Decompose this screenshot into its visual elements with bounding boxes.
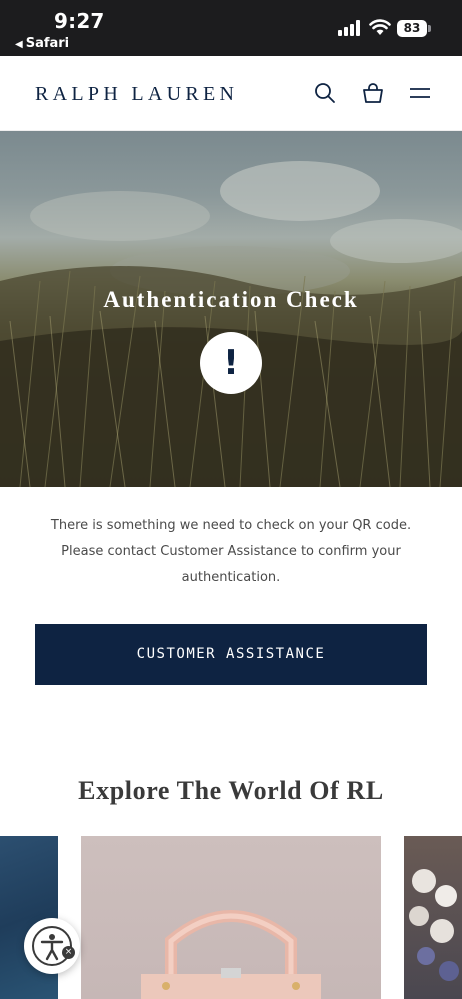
page-title: Authentication Check [103,287,359,312]
brand-logo[interactable]: RALPH LAUREN [35,83,238,106]
alert-exclamation-icon: ! [200,332,262,394]
authentication-message: There is something we need to check on y… [30,513,432,591]
carousel-card-next[interactable] [404,836,462,999]
back-app-label: Safari [25,36,70,51]
message-line-2: Please contact Customer Assistance to co… [61,544,401,559]
back-arrow-icon: ◀ [15,39,23,50]
search-icon[interactable] [313,81,337,105]
explore-section-title: Explore The World Of RL [78,776,384,805]
battery-tip [428,25,431,32]
wifi-icon [369,19,391,35]
shopping-bag-icon[interactable] [361,81,385,105]
handbag-image [141,910,321,999]
customer-assistance-button[interactable]: CUSTOMER ASSISTANCE [35,624,427,685]
battery-percent: 83 [403,21,421,35]
accessibility-close-icon[interactable]: × [62,946,75,959]
carousel-card-handbag[interactable] [81,836,381,999]
site-header: RALPH LAUREN [0,56,462,131]
battery-indicator: 83 [397,20,431,37]
cellular-signal-icon [338,20,360,36]
message-line-3: authentication. [181,570,281,585]
hamburger-menu-icon[interactable] [408,81,432,105]
status-time: 9:27 [54,9,105,33]
back-to-app-link[interactable]: ◀ Safari [15,36,69,51]
message-line-1: There is something we need to check on y… [50,518,412,533]
status-bar: 9:27 ◀ Safari 83 [0,0,462,56]
flowers-image [409,869,459,981]
